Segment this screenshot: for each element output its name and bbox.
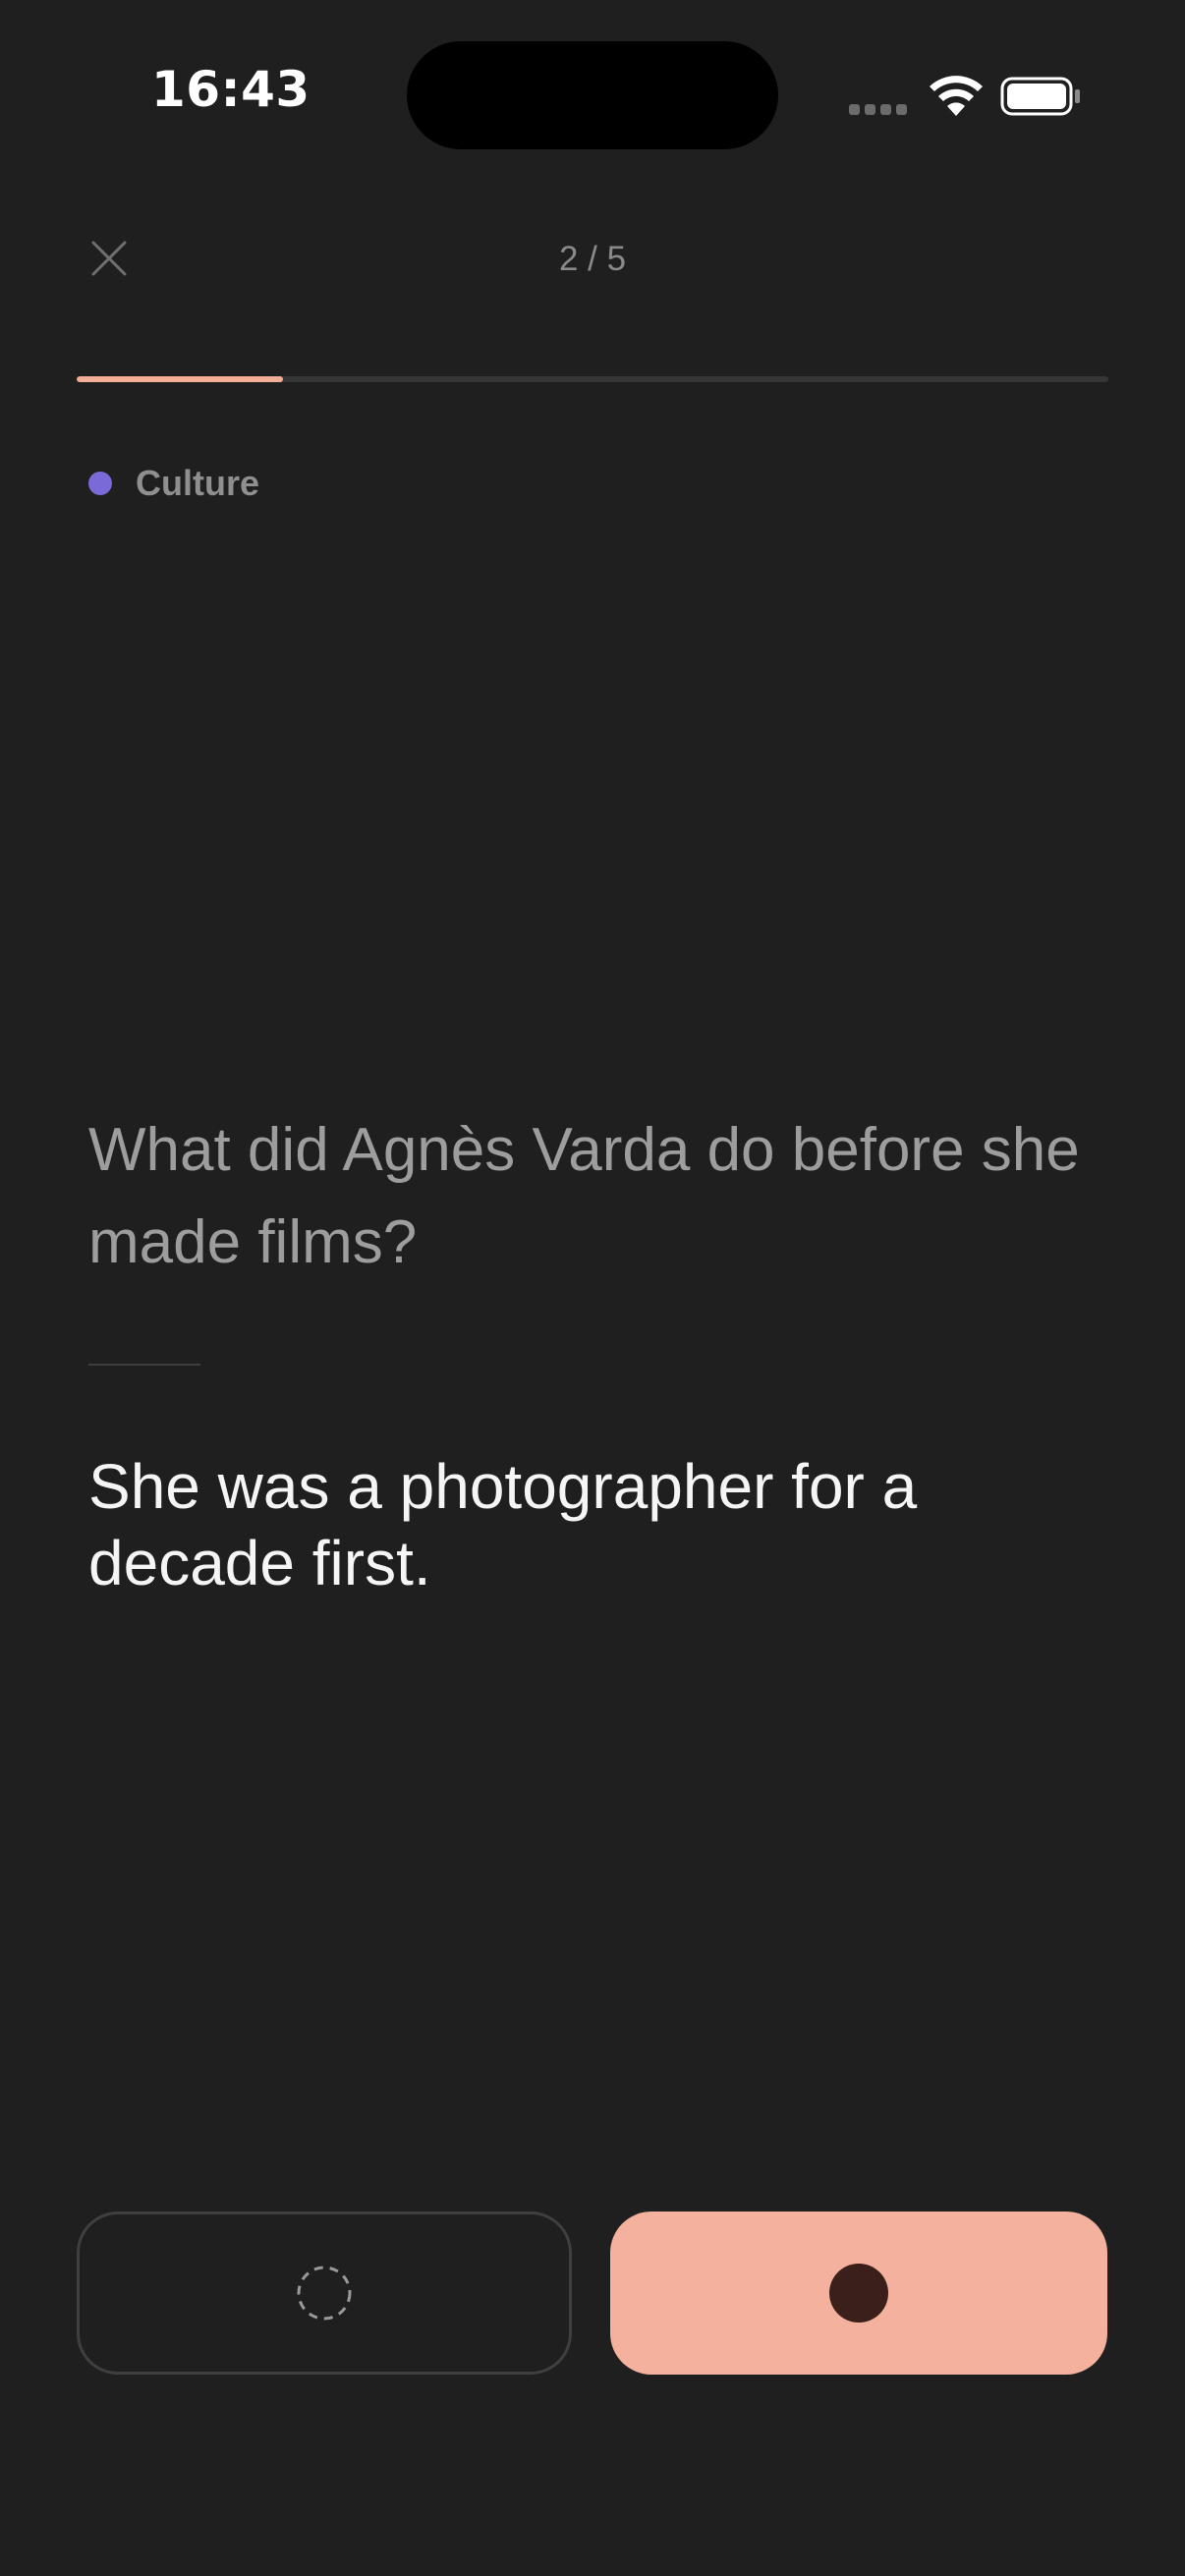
- wifi-icon: [930, 76, 983, 116]
- category-dot-icon: [88, 472, 112, 495]
- status-time: 16:43: [151, 61, 310, 118]
- record-dot-icon: [829, 2264, 888, 2323]
- battery-icon: [1000, 77, 1080, 116]
- answer-text: She was a photographer for a decade firs…: [88, 1451, 918, 1598]
- dashed-circle-icon: [297, 2266, 352, 2321]
- record-button[interactable]: [610, 2212, 1107, 2375]
- question-counter: 2 / 5: [558, 240, 627, 278]
- dynamic-island: [407, 41, 778, 149]
- category-tag: Culture: [88, 462, 259, 505]
- progress-bar: [77, 376, 1108, 382]
- cellular-signal-icon: [849, 104, 908, 116]
- close-icon: [91, 241, 127, 276]
- close-button[interactable]: [85, 234, 134, 283]
- skip-button[interactable]: [77, 2212, 572, 2375]
- question-text: What did Agnès Varda do before she made …: [88, 1116, 1080, 1276]
- category-label: Culture: [136, 463, 259, 503]
- progress-fill: [77, 376, 283, 382]
- divider: [88, 1364, 200, 1366]
